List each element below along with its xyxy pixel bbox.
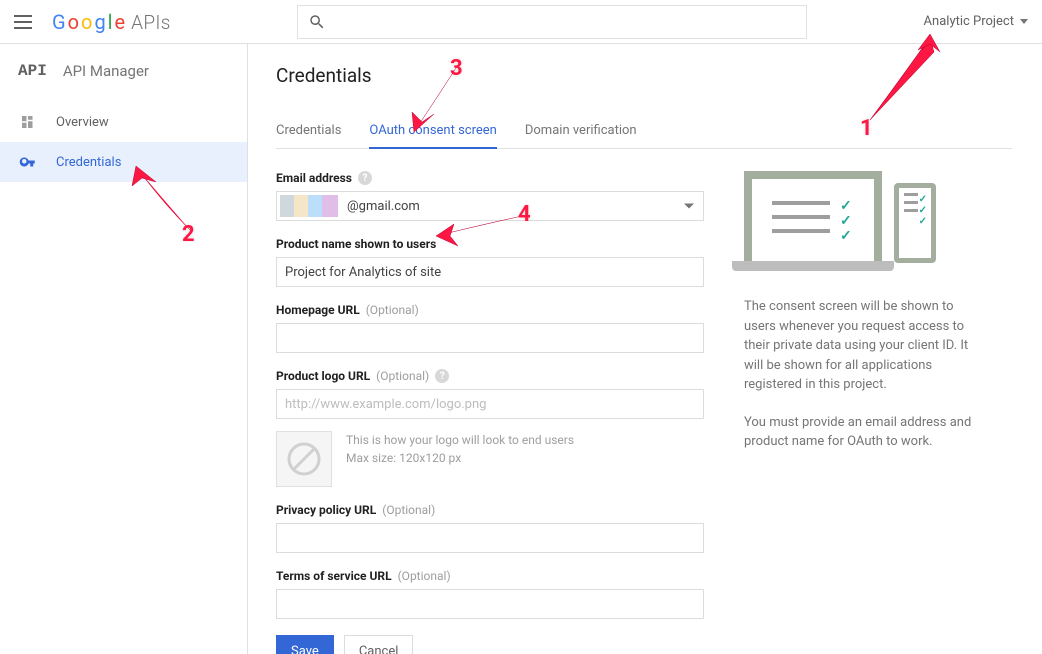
sidebar-item-label: Overview [56,115,109,130]
tab-domain-verification[interactable]: Domain verification [525,123,637,148]
sidebar-item-overview[interactable]: Overview [0,102,247,142]
logo-suffix: APIs [131,11,170,34]
homepage-url-input[interactable] [276,323,704,353]
info-paragraph-1: The consent screen will be shown to user… [744,297,974,395]
caret-down-icon [1020,19,1028,24]
logo-letter: G [52,10,66,34]
product-name-label: Product name shown to users [276,237,704,251]
cancel-button[interactable]: Cancel [344,635,414,654]
sidebar: API API Manager Overview Credentials [0,44,248,654]
terms-of-service-url-input[interactable] [276,589,704,619]
privacy-policy-url-label: Privacy policy URL (Optional) [276,503,704,517]
logo-preview-row: This is how your logo will look to end u… [276,431,704,487]
hamburger-icon[interactable] [14,11,36,33]
key-icon [18,153,38,171]
help-icon[interactable]: ? [435,369,449,383]
logo-hint: This is how your logo will look to end u… [346,431,574,467]
no-image-icon [286,441,322,477]
api-monogram-icon: API [18,62,47,80]
logo-preview-box [276,431,332,487]
product-logo-url-input[interactable] [276,389,704,419]
logo-letter: o [68,10,79,34]
help-icon[interactable]: ? [358,171,372,185]
sidebar-item-label: Credentials [56,155,121,170]
consent-form: Email address ? Product name shown to us… [276,171,704,654]
tabs: Credentials OAuth consent screen Domain … [276,123,1012,149]
email-select[interactable] [276,191,704,221]
google-apis-logo: G o o g l e APIs [52,10,171,34]
chevron-down-icon [684,204,694,209]
search-input-container[interactable] [297,5,807,39]
email-avatar-swatch [280,195,338,217]
logo-letter: o [81,10,92,34]
homepage-url-label: Homepage URL (Optional) [276,303,704,317]
search-icon [308,13,326,31]
tab-oauth-consent-screen[interactable]: OAuth consent screen [369,123,496,148]
overview-icon [18,113,38,131]
product-logo-url-label: Product logo URL (Optional) ? [276,369,704,383]
logo-letter: e [115,10,126,34]
topbar: G o o g l e APIs Analytic Project [0,0,1042,44]
project-picker[interactable]: Analytic Project [924,14,1028,29]
info-panel: ✓✓✓ ✓✓✓ The consent screen will be shown… [744,171,974,654]
tab-credentials[interactable]: Credentials [276,123,341,148]
terms-of-service-url-label: Terms of service URL (Optional) [276,569,704,583]
sidebar-title: API Manager [63,62,149,80]
email-label: Email address ? [276,171,704,185]
logo-letter: g [94,10,105,34]
privacy-policy-url-input[interactable] [276,523,704,553]
logo-letter: l [108,10,113,34]
email-value[interactable] [276,191,704,221]
product-name-input[interactable] [276,257,704,287]
consent-illustration: ✓✓✓ ✓✓✓ [744,171,944,281]
sidebar-brand: API API Manager [0,44,247,102]
page-title: Credentials [276,64,1012,87]
sidebar-item-credentials[interactable]: Credentials [0,142,247,182]
info-paragraph-2: You must provide an email address and pr… [744,413,974,452]
project-name: Analytic Project [924,14,1014,29]
save-button[interactable]: Save [276,635,334,654]
main-content: Credentials Credentials OAuth consent sc… [248,44,1042,654]
